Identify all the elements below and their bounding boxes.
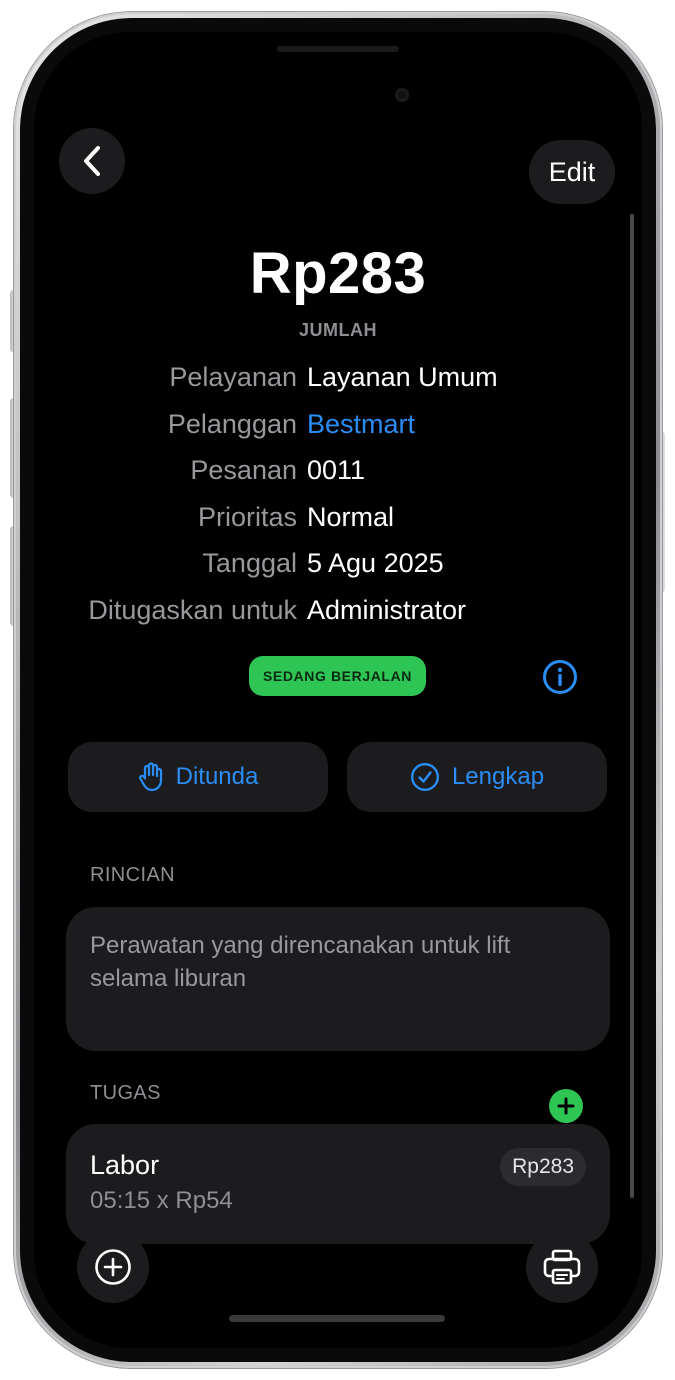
task-price-badge: Rp283 <box>500 1148 586 1186</box>
task-item[interactable]: Labor 05:15 x Rp54 Rp283 <box>66 1124 610 1244</box>
info-icon[interactable] <box>542 659 578 695</box>
info-key: Ditugaskan untuk <box>88 595 297 625</box>
home-indicator[interactable] <box>229 1315 445 1322</box>
print-button[interactable] <box>526 1231 598 1303</box>
hold-label: Ditunda <box>175 763 259 790</box>
info-key: Pelanggan <box>167 409 297 439</box>
customer-link[interactable]: Bestmart <box>307 409 415 440</box>
status-badge: SEDANG BERJALAN <box>249 656 426 696</box>
add-button[interactable] <box>77 1231 149 1303</box>
add-task-button[interactable] <box>549 1089 583 1123</box>
info-key: Prioritas <box>197 502 297 532</box>
edit-button[interactable]: Edit <box>529 140 615 204</box>
info-value: 5 Agu 2025 <box>307 548 444 578</box>
info-value: 0011 <box>307 455 366 485</box>
info-row-assigned: Ditugaskan untuk Administrator <box>34 595 642 635</box>
info-value: Administrator <box>307 595 467 625</box>
amount-label: JUMLAH <box>299 320 377 340</box>
hand-icon <box>138 762 162 792</box>
info-key: Tanggal <box>202 548 297 578</box>
info-row-date: Tanggal 5 Agu 2025 <box>34 548 642 588</box>
complete-button[interactable]: Lengkap <box>347 742 607 812</box>
tasks-section-label: TUGAS <box>90 1082 161 1104</box>
details-text: Perawatan yang direncanakan untuk lift s… <box>90 932 511 992</box>
info-value: Layanan Umum <box>307 362 498 392</box>
info-key: Pelayanan <box>169 362 297 392</box>
printer-icon <box>543 1249 581 1285</box>
hold-button[interactable]: Ditunda <box>68 742 328 812</box>
chevron-left-icon <box>84 146 100 176</box>
screen: Edit Rp283 JUMLAH Pelayanan Layanan Umum… <box>34 32 642 1348</box>
camera-icon <box>395 88 409 102</box>
back-button[interactable] <box>59 128 125 194</box>
complete-label: Lengkap <box>451 763 545 790</box>
details-card[interactable]: Perawatan yang direncanakan untuk lift s… <box>66 907 610 1051</box>
details-section-label: RINCIAN <box>90 864 176 886</box>
info-row-service: Pelayanan Layanan Umum <box>34 362 642 402</box>
plus-circle-icon <box>95 1249 131 1285</box>
info-row-order: Pesanan 0011 <box>34 455 642 495</box>
amount-value: Rp283 <box>249 241 427 306</box>
info-row-priority: Prioritas Normal <box>34 502 642 542</box>
plus-icon <box>557 1097 575 1115</box>
task-name: Labor <box>90 1150 160 1180</box>
task-detail: 05:15 x Rp54 <box>90 1187 233 1214</box>
scrollbar[interactable] <box>630 214 634 1198</box>
info-row-customer: Pelanggan Bestmart <box>34 409 642 449</box>
info-key: Pesanan <box>190 455 297 485</box>
checkmark-circle-icon <box>410 762 439 792</box>
speaker-slot <box>277 46 399 52</box>
info-value: Normal <box>307 502 395 532</box>
